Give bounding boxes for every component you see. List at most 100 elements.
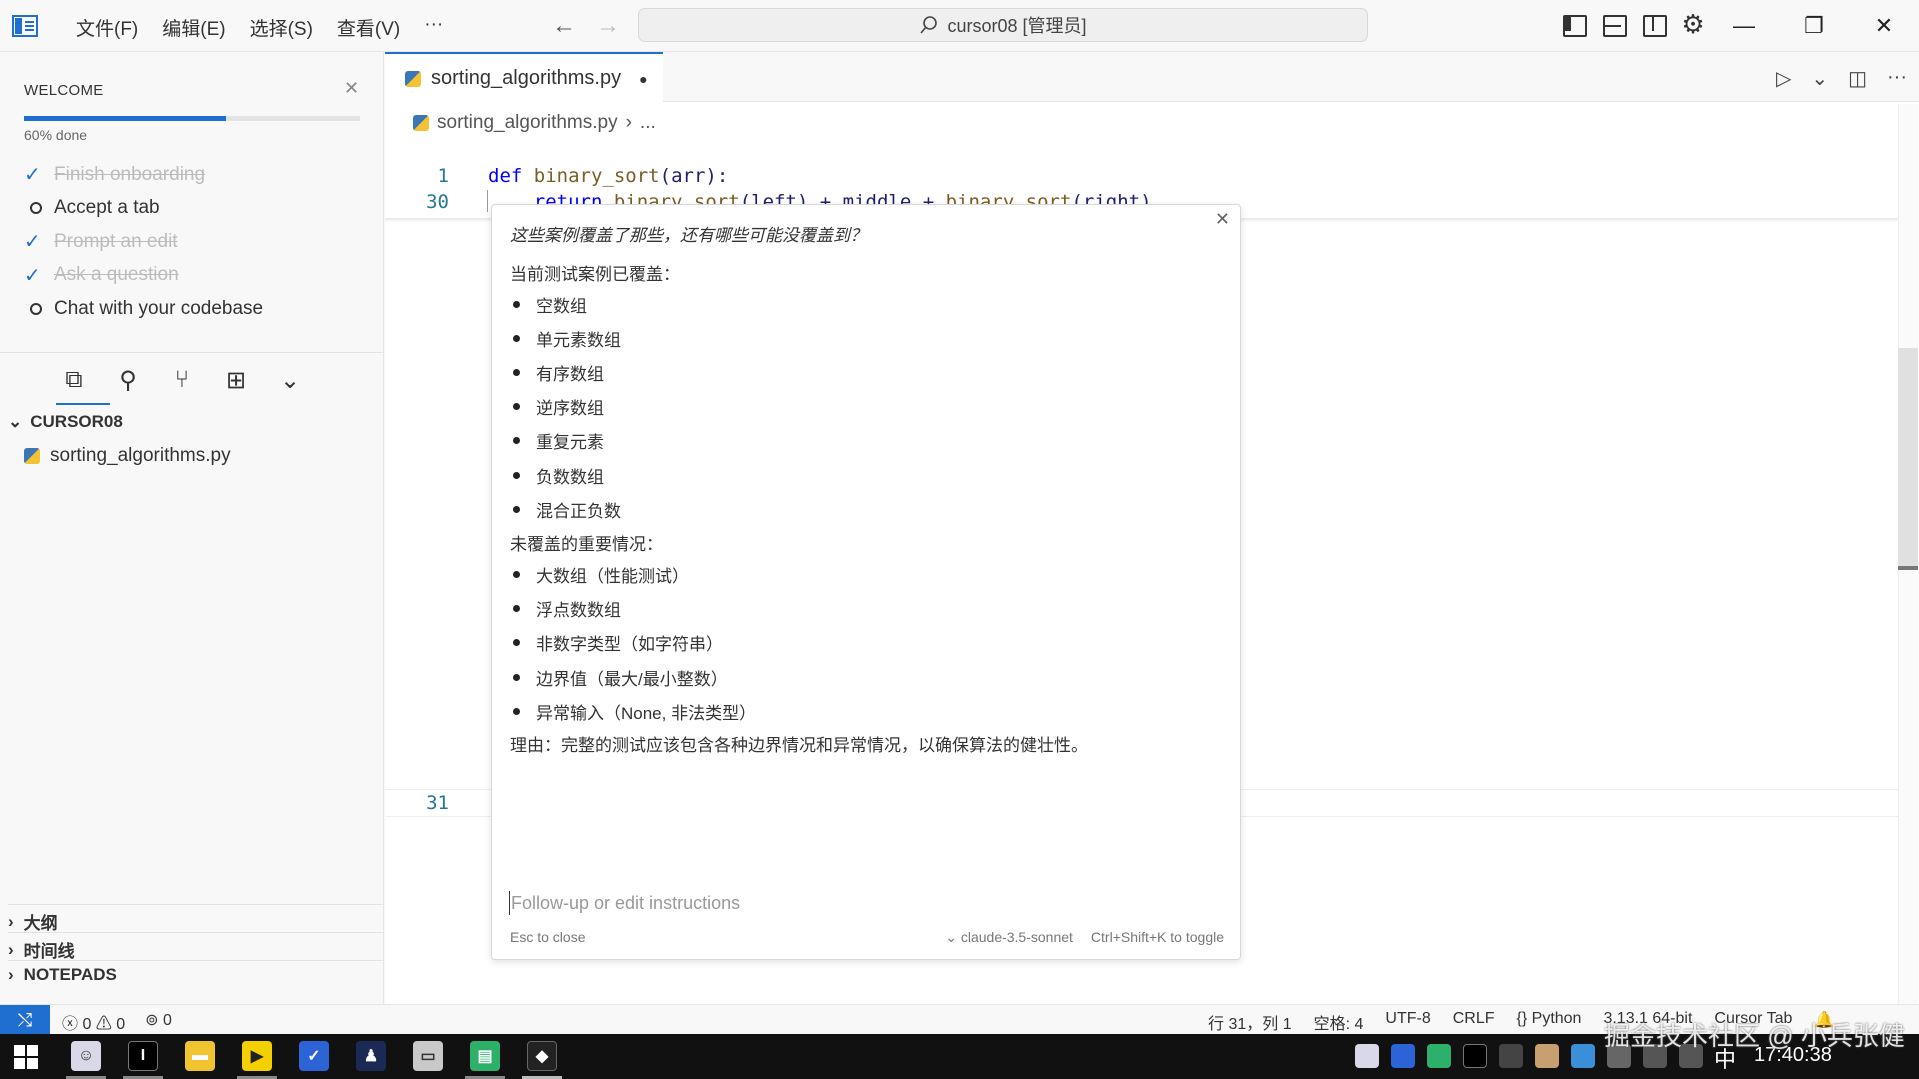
python-file-icon: [405, 70, 421, 87]
tab-label: sorting_algorithms.py: [431, 67, 622, 89]
scrollbar-thumb[interactable]: [1898, 348, 1918, 568]
taskbar-avatar-app-icon[interactable]: ☺: [71, 1041, 101, 1071]
broadcast-icon: ⊚: [145, 1012, 164, 1029]
command-center-search[interactable]: cursor08 [管理员]: [638, 8, 1368, 42]
cursor-position[interactable]: 行 31，列 1: [1208, 1010, 1292, 1034]
esc-hint: Esc to close: [510, 929, 586, 945]
extensions-icon[interactable]: ⊞: [218, 362, 254, 398]
taskbar-notes-app-icon[interactable]: ▤: [470, 1041, 500, 1071]
forward-arrow-icon[interactable]: →: [596, 12, 620, 40]
line-number: 31: [426, 792, 449, 814]
menu-file[interactable]: 文件(F): [64, 14, 150, 41]
settings-gear-icon[interactable]: ⚙: [1680, 10, 1706, 38]
tab-sorting-algorithms[interactable]: sorting_algorithms.py ●: [385, 52, 663, 103]
toggle-primary-sidebar-icon[interactable]: [1560, 10, 1587, 38]
list-item: 有序数组: [510, 360, 604, 385]
menu-view[interactable]: 查看(V): [325, 14, 412, 41]
checkmark-icon: ✓: [24, 264, 41, 287]
folder-header[interactable]: ⌄ CURSOR08: [8, 412, 123, 432]
menu-selection[interactable]: 选择(S): [238, 14, 325, 41]
folder-name: CURSOR08: [30, 412, 123, 431]
follow-up-input[interactable]: Follow-up or edit instructions: [509, 891, 740, 915]
checklist-item[interactable]: ✓ Ask a question: [24, 259, 263, 293]
search-icon[interactable]: ⚲: [110, 362, 146, 398]
explorer-icon[interactable]: ⧉: [56, 362, 92, 398]
windows-start-icon[interactable]: [14, 1045, 38, 1069]
tray-display-icon[interactable]: [1571, 1044, 1595, 1068]
chevron-right-icon: ›: [8, 965, 14, 984]
checklist-item[interactable]: Chat with your codebase: [24, 292, 263, 326]
breadcrumb-file[interactable]: sorting_algorithms.py: [437, 112, 618, 134]
close-icon[interactable]: ✕: [1215, 209, 1230, 230]
taskbar-remote-app-icon[interactable]: ▭: [413, 1041, 443, 1071]
cursor-logo-icon[interactable]: [12, 14, 38, 38]
section-outline[interactable]: › 大纲: [8, 904, 384, 934]
menu-edit[interactable]: 编辑(E): [150, 14, 237, 41]
title-bar: 文件(F) 编辑(E) 选择(S) 查看(V) ··· ← → cursor08…: [0, 0, 1919, 52]
line-ending[interactable]: CRLF: [1453, 1010, 1495, 1034]
list-item-text: 负数数组: [536, 468, 604, 487]
toggle-panel-icon[interactable]: [1600, 10, 1627, 38]
tray-cat-icon[interactable]: [1535, 1044, 1559, 1068]
tray-notes-icon[interactable]: [1427, 1044, 1451, 1068]
chevron-down-icon[interactable]: ⌄: [272, 362, 308, 398]
menu-more[interactable]: ···: [412, 14, 455, 41]
checklist-label: Prompt an edit: [54, 230, 178, 252]
code-text: def binary_sort(arr):: [488, 165, 729, 187]
tray-avatar-icon[interactable]: [1355, 1044, 1379, 1068]
ports-indicator[interactable]: ⊚ 0: [145, 1010, 172, 1034]
tray-task-icon[interactable]: [1391, 1044, 1415, 1068]
bullet-icon: [513, 437, 520, 444]
checklist-item[interactable]: Accept a tab: [24, 192, 263, 226]
close-icon[interactable]: ✕: [344, 78, 359, 99]
taskbar-game-app-icon[interactable]: ♟: [356, 1041, 386, 1071]
breadcrumb-more[interactable]: ...: [640, 112, 656, 134]
checklist-item[interactable]: ✓ Finish onboarding: [24, 158, 263, 192]
active-view-indicator: [56, 403, 110, 405]
section-notepads[interactable]: › NOTEPADS: [8, 960, 384, 985]
unsaved-dot-icon[interactable]: ●: [639, 71, 647, 87]
taskbar-ide-app-icon[interactable]: I: [128, 1041, 158, 1071]
section-timeline[interactable]: › 时间线: [8, 932, 384, 962]
taskbar-file-explorer-icon[interactable]: ▬: [185, 1041, 215, 1071]
toggle-secondary-sidebar-icon[interactable]: [1640, 10, 1667, 38]
close-window-icon[interactable]: ✕: [1849, 0, 1919, 52]
list-item-text: 空数组: [536, 297, 587, 316]
error-count: 0: [82, 1016, 92, 1033]
list-item-text: 浮点数数组: [536, 601, 621, 620]
list-item-text: 有序数组: [536, 365, 604, 384]
bullet-icon: [513, 708, 520, 715]
problems-indicator[interactable]: ⓧ 0 ⚠ 0: [62, 1010, 125, 1034]
code-line[interactable]: 1 def binary_sort(arr):: [385, 162, 1905, 190]
menu-bar: 文件(F) 编辑(E) 选择(S) 查看(V) ···: [64, 14, 455, 41]
indentation[interactable]: 空格: 4: [1314, 1010, 1364, 1034]
minimize-icon[interactable]: —: [1709, 0, 1779, 52]
divider: [0, 352, 384, 353]
ports-count: 0: [163, 1012, 172, 1029]
bullet-icon: [513, 369, 520, 376]
list-item-text: 单元素数组: [536, 331, 621, 350]
split-editor-icon[interactable]: ◫: [1848, 66, 1867, 91]
list-item-text: 大数组（性能测试）: [536, 567, 689, 586]
model-selector[interactable]: ⌄ claude-3.5-sonnet: [945, 929, 1073, 946]
language-mode[interactable]: {} Python: [1517, 1010, 1582, 1034]
encoding[interactable]: UTF-8: [1385, 1010, 1430, 1034]
file-item[interactable]: sorting_algorithms.py: [24, 445, 231, 467]
scrollbar-cursor-marker: [1898, 566, 1918, 570]
run-icon[interactable]: ▷: [1776, 66, 1791, 91]
tray-sync-icon[interactable]: [1499, 1044, 1523, 1068]
source-control-icon[interactable]: ⑂: [164, 362, 200, 398]
taskbar-cursor-app-icon[interactable]: ◆: [527, 1041, 557, 1071]
checklist-label: Chat with your codebase: [54, 297, 264, 319]
back-arrow-icon[interactable]: ←: [552, 12, 576, 40]
checklist-item[interactable]: ✓ Prompt an edit: [24, 225, 263, 259]
bullet-icon: [513, 605, 520, 612]
taskbar-media-app-icon[interactable]: ▶: [242, 1041, 272, 1071]
remote-indicator-icon[interactable]: ⤭: [0, 1005, 50, 1035]
tray-ide-icon[interactable]: [1463, 1044, 1487, 1068]
chevron-down-icon[interactable]: ⌄: [1811, 66, 1828, 91]
more-actions-icon[interactable]: ···: [1887, 66, 1907, 91]
restore-icon[interactable]: ❐: [1779, 0, 1849, 52]
taskbar-task-app-icon[interactable]: ✓: [299, 1041, 329, 1071]
onboarding-progress-fill: [24, 116, 226, 121]
